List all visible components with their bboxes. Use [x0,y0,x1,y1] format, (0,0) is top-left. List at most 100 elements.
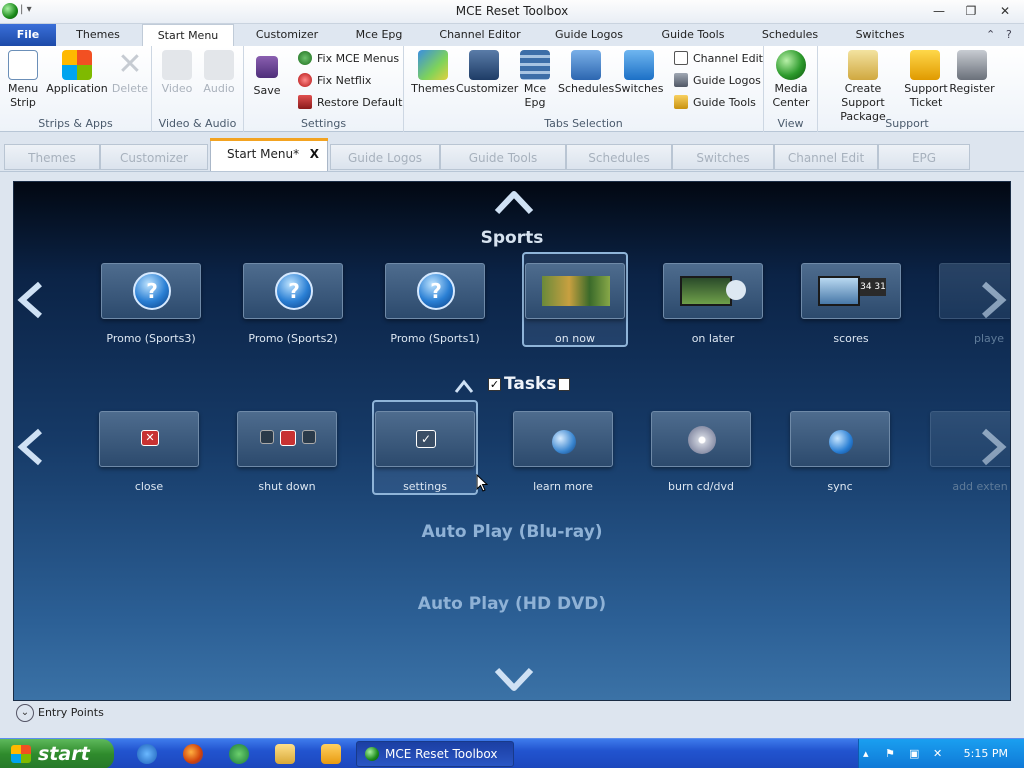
tab-file[interactable]: File [0,24,56,46]
tasks-item-sync[interactable]: sync [790,411,890,493]
schedules-button[interactable]: Schedules [558,50,614,95]
sports-item-promo-sports1[interactable]: ? Promo (Sports1) [385,263,485,345]
doc-tab-epg[interactable]: EPG [878,144,970,170]
create-support-package-button[interactable]: Create Support Package [820,50,906,124]
tasks-item-add-extender[interactable]: add exten [930,411,1010,493]
tasks-item-settings[interactable]: ✓ settings [375,411,475,493]
flag-icon[interactable]: ⚑ [885,748,897,760]
sports-scroll-left-icon[interactable] [16,280,46,320]
ribbon-minimize-icon[interactable]: ⌃ [986,28,995,41]
media-player-icon[interactable] [321,744,341,764]
channel-edit-button[interactable]: Channel Edit [674,49,763,69]
sports-item-on-now[interactable]: on now [525,263,625,345]
close-button[interactable]: ✕ [992,2,1018,20]
entry-points-expand-icon[interactable]: ⌄ [16,704,34,722]
scroll-up-arrow-icon[interactable] [494,186,534,216]
save-button[interactable]: Save [250,50,284,97]
audio-label: Audio [203,82,235,95]
doc-tab-customizer[interactable]: Customizer [100,144,208,170]
sports-item-promo-sports3[interactable]: ? Promo (Sports3) [101,263,201,345]
tab-switches[interactable]: Switches [848,24,912,46]
doc-tab-guide-logos[interactable]: Guide Logos [330,144,440,170]
themes-button[interactable]: Themes [408,50,458,95]
start-menu-preview: Sports ? Promo (Sports3) ? Promo (Sports… [13,181,1011,701]
group-label-settings: Settings [300,117,347,130]
group-settings: Save Fix MCE Menus Fix Netflix Restore D… [244,46,404,132]
doc-tab-start-menu[interactable]: Start Menu* X [210,138,328,171]
media-center-quicklaunch-icon[interactable] [229,744,249,764]
scroll-down-arrow-icon[interactable] [494,666,534,696]
sports-item-on-later[interactable]: on later [663,263,763,345]
mce-epg-button[interactable]: Mce Epg [514,50,556,110]
windows-orb-icon [552,430,576,454]
audio-icon [204,50,234,80]
taskbar-item-mce-reset-toolbox[interactable]: MCE Reset Toolbox [356,741,514,767]
tasks-item-shut-down[interactable]: shut down [237,411,337,493]
start-label: start [38,743,90,765]
fix-netflix-button[interactable]: Fix Netflix [298,71,371,91]
tab-guide-tools[interactable]: Guide Tools [650,24,736,46]
restore-button[interactable]: ❐ [958,2,984,20]
tab-guide-logos[interactable]: Guide Logos [546,24,632,46]
sports-item-promo-sports2[interactable]: ? Promo (Sports2) [243,263,343,345]
restore-default-button[interactable]: Restore Default [298,93,402,113]
guide-logos-button[interactable]: Guide Logos [674,71,761,91]
doc-tab-channel-edit[interactable]: Channel Edit [774,144,878,170]
tasks-item-learn-more[interactable]: learn more [513,411,613,493]
doc-tab-close-icon[interactable]: X [310,139,319,169]
tasks-item-burn-cd-dvd[interactable]: burn cd/dvd [651,411,751,493]
customizer-label: Customizer [456,82,519,95]
windows-flag-icon [11,745,31,763]
taskbar: start MCE Reset Toolbox ▴ ⚑ ▣ ✕ 5:15 PM [0,738,1024,768]
tab-customizer[interactable]: Customizer [246,24,328,46]
entry-points-label[interactable]: Entry Points [38,706,104,719]
tray-expand-icon[interactable]: ▴ [863,748,875,760]
autoplay-bluray-title[interactable]: Auto Play (Blu-ray) [314,522,710,542]
ticket-icon [910,50,940,80]
guide-tools-button[interactable]: Guide Tools [674,93,756,113]
menu-strip-button[interactable]: Menu Strip [4,50,42,110]
autoplay-hddvd-title[interactable]: Auto Play (HD DVD) [314,594,710,614]
tab-start-menu[interactable]: Start Menu [142,24,234,47]
tile-card [525,263,625,319]
volume-muted-icon[interactable]: ✕ [933,748,945,760]
tasks-checkbox[interactable]: ✓ [488,378,501,391]
tasks-collapse-icon[interactable] [454,378,474,394]
netflix-icon [298,73,312,87]
audio-button[interactable]: Audio [198,50,240,95]
clock[interactable]: 5:15 PM [964,747,1008,760]
application-button[interactable]: Application [44,50,110,95]
sports-item-players[interactable]: playe [939,263,1010,345]
customizer-button[interactable]: Customizer [456,50,519,95]
doc-tab-guide-tools[interactable]: Guide Tools [440,144,566,170]
media-center-button[interactable]: Media Center [768,50,814,110]
minimize-button[interactable]: — [926,2,952,20]
fix-mce-menus-button[interactable]: Fix MCE Menus [298,49,399,69]
switches-button[interactable]: Switches [614,50,664,95]
firefox-icon[interactable] [183,744,203,764]
tab-themes[interactable]: Themes [64,24,132,46]
doc-tab-schedules[interactable]: Schedules [566,144,672,170]
doc-tab-themes[interactable]: Themes [4,144,100,170]
tab-schedules[interactable]: Schedules [754,24,826,46]
support-ticket-button[interactable]: Support Ticket [904,50,948,110]
tab-channel-editor[interactable]: Channel Editor [432,24,528,46]
start-button[interactable]: start [0,739,114,768]
guide-logos-label: Guide Logos [693,74,761,87]
network-icon[interactable]: ▣ [909,748,921,760]
tasks-item-close[interactable]: ✕ close [99,411,199,493]
internet-explorer-icon[interactable] [137,744,157,764]
register-button[interactable]: Register [948,50,996,95]
tasks-scroll-left-icon[interactable] [16,427,46,467]
sports-item-scores[interactable]: 34 31 scores [801,263,901,345]
doc-tab-switches[interactable]: Switches [672,144,774,170]
restore-icon [298,95,312,109]
help-icon[interactable]: ? [1006,28,1012,41]
tasks-edit-icon[interactable] [558,378,570,391]
system-tray: ▴ ⚑ ▣ ✕ 5:15 PM [858,739,1024,768]
tab-mce-epg[interactable]: Mce Epg [344,24,414,46]
schedules-label: Schedules [558,82,615,95]
folder-icon[interactable] [275,744,295,764]
video-button[interactable]: Video [156,50,198,95]
delete-button[interactable]: ✕ Delete [110,50,150,96]
